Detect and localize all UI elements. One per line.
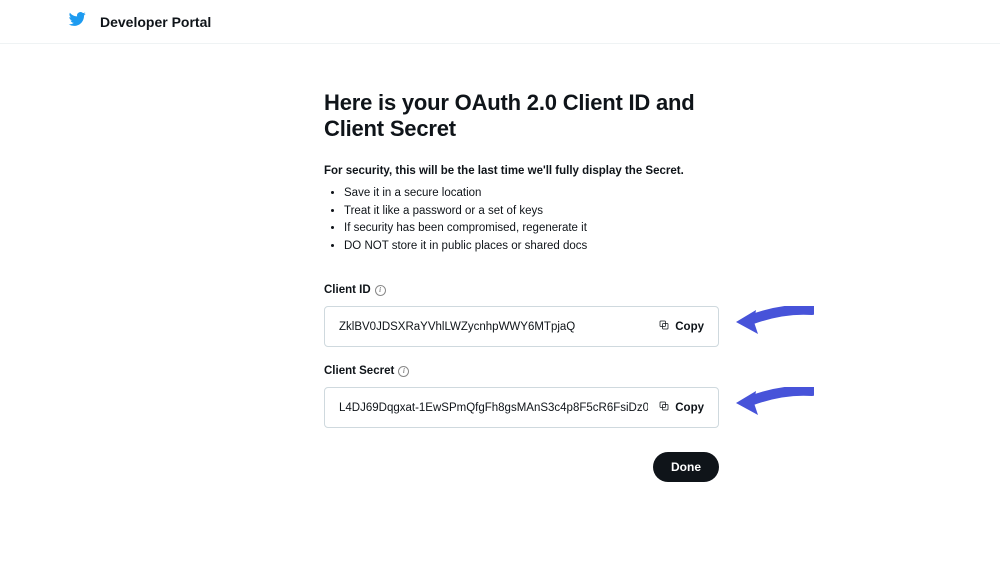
client-id-group: Client ID i ZklBV0JDSXRaYVhlLWZycnhpWWY6… [324,284,719,347]
bullet-item: If security has been compromised, regene… [344,220,719,238]
copy-label: Copy [675,321,704,333]
twitter-logo-icon [68,10,86,33]
copy-icon [658,400,670,415]
client-id-box: ZklBV0JDSXRaYVhlLWZycnhpWWY6MTpjaQ Copy [324,306,719,347]
client-id-label: Client ID i [324,284,719,296]
done-row: Done [324,452,719,482]
client-id-value: ZklBV0JDSXRaYVhlLWZycnhpWWY6MTpjaQ [339,321,575,333]
bullet-item: Save it in a secure location [344,185,719,203]
annotation-arrow [732,306,814,338]
bullet-item: DO NOT store it in public places or shar… [344,238,719,256]
annotation-arrow [732,387,814,419]
copy-label: Copy [675,402,704,414]
security-bullets: Save it in a secure location Treat it li… [324,185,719,256]
client-secret-group: Client Secret i L4DJ69Dqgxat-1EwSPmQfgFh… [324,365,719,428]
client-secret-box: L4DJ69Dqgxat-1EwSPmQfgFh8gsMAnS3c4p8F5cR… [324,387,719,428]
info-icon[interactable]: i [398,366,409,377]
portal-title: Developer Portal [100,14,211,30]
done-button[interactable]: Done [653,452,719,482]
header-bar: Developer Portal [0,0,1000,44]
bullet-item: Treat it like a password or a set of key… [344,203,719,221]
page-title: Here is your OAuth 2.0 Client ID and Cli… [324,90,719,143]
security-warning: For security, this will be the last time… [324,165,719,177]
client-id-label-text: Client ID [324,284,371,296]
client-secret-value: L4DJ69Dqgxat-1EwSPmQfgFh8gsMAnS3c4p8F5cR… [339,402,648,414]
copy-client-secret-button[interactable]: Copy [658,400,704,415]
client-secret-label-text: Client Secret [324,365,394,377]
copy-icon [658,319,670,334]
info-icon[interactable]: i [375,285,386,296]
main-content: Here is your OAuth 2.0 Client ID and Cli… [324,44,719,482]
client-secret-label: Client Secret i [324,365,719,377]
copy-client-id-button[interactable]: Copy [658,319,704,334]
